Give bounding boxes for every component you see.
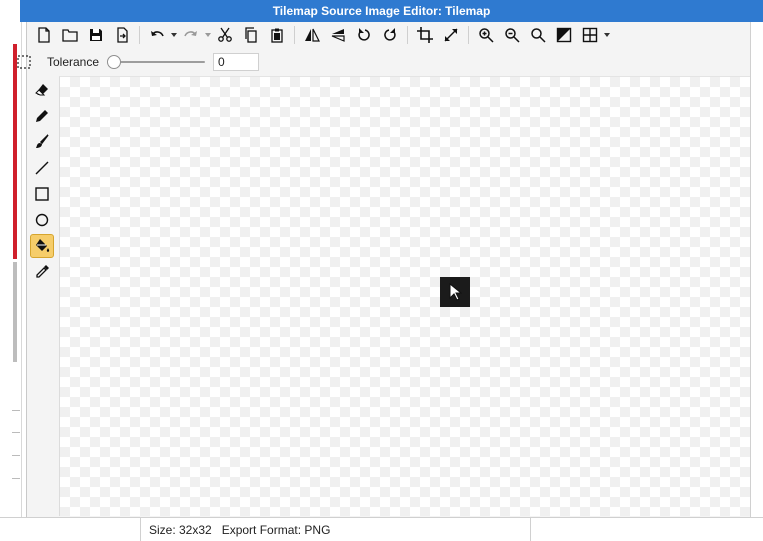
line-icon [35, 161, 49, 175]
rotate-right-button[interactable] [377, 23, 403, 47]
cut-button[interactable] [212, 23, 238, 47]
ellipse-icon [35, 213, 49, 227]
eyedropper-tool[interactable] [30, 260, 54, 284]
window-title: Tilemap Source Image Editor: Tilemap [272, 4, 491, 18]
redo-button[interactable] [178, 23, 204, 47]
tolerance-slider[interactable] [107, 55, 209, 69]
export-icon [117, 27, 128, 43]
zoom-fit-button[interactable] [525, 23, 551, 47]
zoom-out-icon [505, 28, 520, 43]
eyedropper-icon [36, 265, 49, 278]
pixel-cursor [440, 277, 470, 307]
background-divider [12, 478, 20, 479]
zoom-in-icon [479, 28, 494, 43]
flip-vertical-icon [331, 29, 345, 42]
toolbar-separator [407, 26, 408, 44]
toolbar-separator [294, 26, 295, 44]
toolbar-separator [139, 26, 140, 44]
paste-button[interactable] [264, 23, 290, 47]
mouse-pointer-icon [449, 283, 462, 301]
grid-menu-button[interactable] [603, 23, 611, 47]
status-info: Size: 32x32 Export Format: PNG [141, 517, 531, 541]
save-icon [90, 29, 102, 41]
rectangle-tool[interactable] [30, 182, 54, 206]
background-divider [12, 455, 20, 456]
options-toolbar: Tolerance [17, 50, 751, 74]
tool-palette [27, 76, 57, 517]
eraser-tool[interactable] [30, 78, 54, 102]
grid-icon [582, 27, 598, 43]
resize-icon [444, 28, 458, 42]
line-tool[interactable] [30, 156, 54, 180]
rotate-left-icon [358, 28, 370, 41]
save-button[interactable] [83, 23, 109, 47]
flip-horizontal-button[interactable] [299, 23, 325, 47]
undo-button[interactable] [144, 23, 170, 47]
tolerance-input[interactable] [213, 53, 260, 71]
rectangle-icon [35, 187, 49, 201]
paint-bucket-icon [36, 239, 50, 252]
brush-icon [36, 134, 49, 148]
eraser-icon [35, 84, 48, 96]
pencil-tool[interactable] [30, 104, 54, 128]
paste-icon [271, 28, 283, 43]
redo-menu-button[interactable] [204, 23, 212, 47]
open-button[interactable] [57, 23, 83, 47]
pencil-icon [36, 110, 48, 122]
copy-button[interactable] [238, 23, 264, 47]
chevron-down-icon [205, 33, 211, 37]
tolerance-label: Tolerance [47, 55, 100, 69]
ellipse-tool[interactable] [30, 208, 54, 232]
status-cell [531, 518, 763, 541]
open-folder-icon [62, 29, 78, 42]
background-divider [12, 410, 20, 411]
brush-tool[interactable] [30, 130, 54, 154]
paint-bucket-tool[interactable] [30, 234, 54, 258]
crop-button[interactable] [412, 23, 438, 47]
background-divider [12, 432, 20, 433]
main-toolbar [27, 22, 751, 48]
copy-icon [245, 27, 257, 43]
background-accent [13, 44, 17, 259]
status-bar: Size: 32x32 Export Format: PNG [0, 517, 763, 541]
slider-track [111, 61, 206, 63]
background-icon [556, 27, 572, 43]
marquee-select-icon [17, 55, 31, 69]
select-tool-button[interactable] [11, 50, 37, 74]
export-button[interactable] [109, 23, 135, 47]
background-button[interactable] [551, 23, 577, 47]
zoom-in-button[interactable] [473, 23, 499, 47]
grid-button[interactable] [577, 23, 603, 47]
cut-icon [218, 27, 232, 42]
undo-icon [151, 31, 164, 37]
editor-window: Tolerance [17, 22, 751, 517]
image-canvas[interactable] [59, 76, 751, 516]
background-scrollbar [13, 262, 17, 362]
new-file-icon [38, 27, 50, 43]
toolbar-separator [468, 26, 469, 44]
crop-icon [417, 27, 433, 43]
resize-button[interactable] [438, 23, 464, 47]
new-file-button[interactable] [31, 23, 57, 47]
chevron-down-icon [171, 33, 177, 37]
status-cell [0, 517, 141, 541]
title-bar[interactable]: Tilemap Source Image Editor: Tilemap [20, 0, 763, 22]
redo-icon [184, 31, 197, 37]
rotate-right-icon [384, 28, 396, 41]
window-edge [750, 22, 751, 517]
flip-horizontal-icon [305, 28, 320, 42]
zoom-out-button[interactable] [499, 23, 525, 47]
slider-handle[interactable] [107, 55, 122, 69]
zoom-fit-icon [531, 28, 546, 43]
background-window [0, 0, 22, 541]
undo-menu-button[interactable] [170, 23, 178, 47]
rotate-left-button[interactable] [351, 23, 377, 47]
chevron-down-icon [604, 33, 610, 37]
flip-vertical-button[interactable] [325, 23, 351, 47]
